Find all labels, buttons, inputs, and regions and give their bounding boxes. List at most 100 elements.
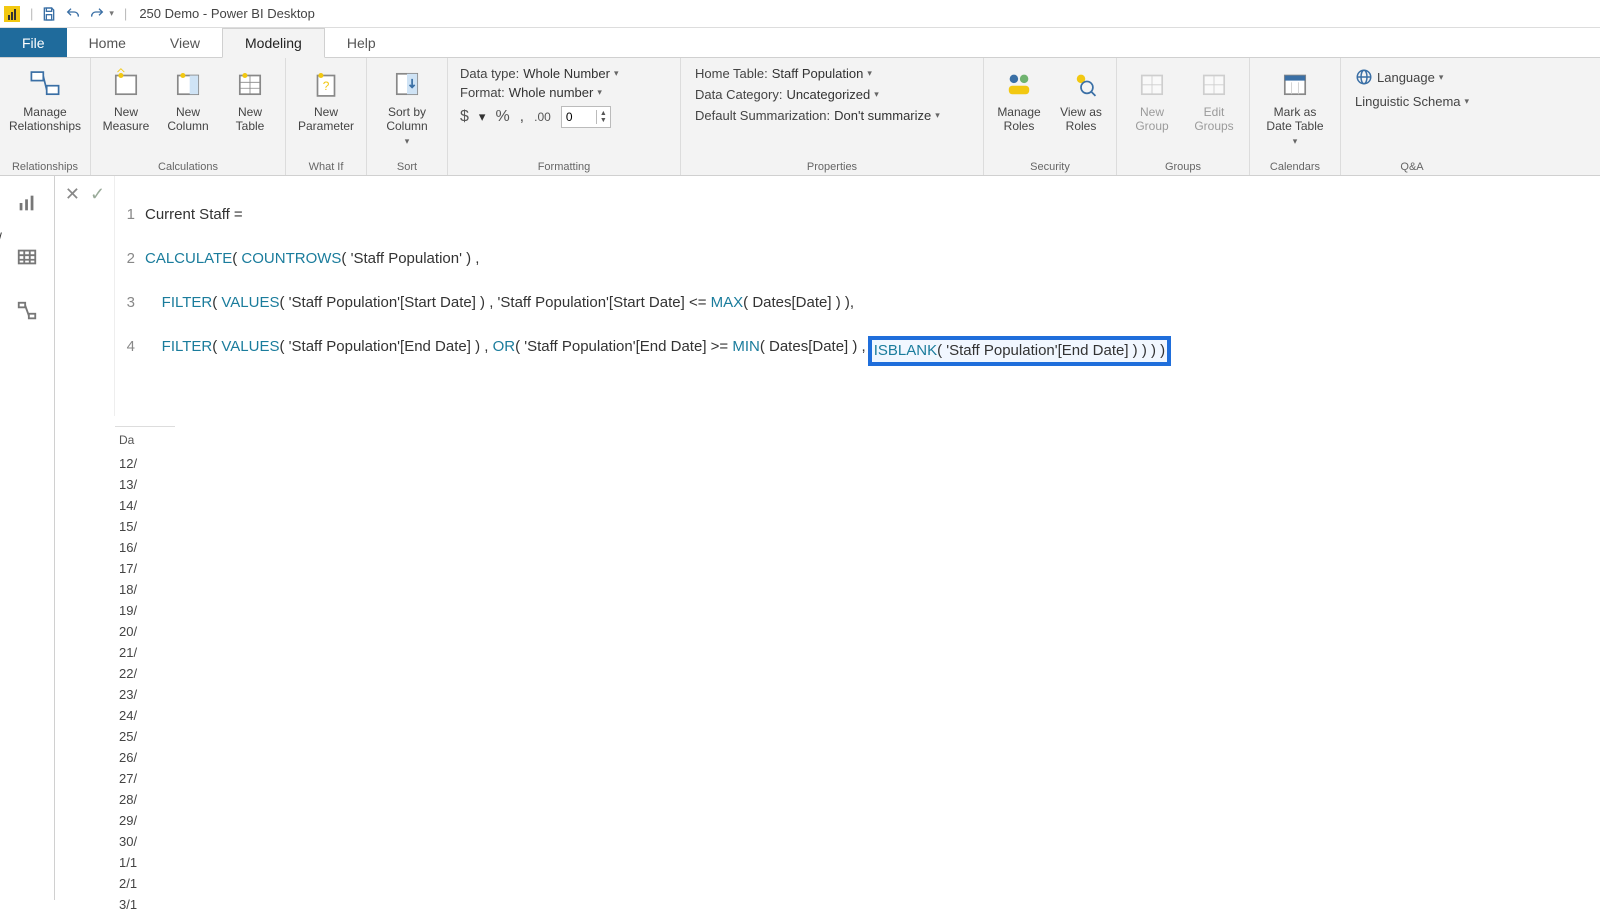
new-group-button[interactable]: New Group xyxy=(1123,62,1181,134)
percent-button[interactable]: % xyxy=(495,108,509,126)
qat-separator: | xyxy=(30,6,33,21)
table-row[interactable]: 23/ xyxy=(115,684,155,705)
group-properties: Home Table: Staff Population ▾ Data Cate… xyxy=(681,58,984,175)
menu-help[interactable]: Help xyxy=(325,28,398,57)
table-row[interactable]: 3/1 xyxy=(115,894,155,915)
table-row[interactable]: 22/ xyxy=(115,663,155,684)
table-row[interactable]: 18/ xyxy=(115,579,155,600)
measure-icon xyxy=(108,66,144,102)
table-row[interactable]: 19/ xyxy=(115,600,155,621)
content-area: ✕ ✓ Date 1/06/ 1Current Staff = 2CALCULA… xyxy=(0,176,1600,900)
home-table-selector[interactable]: Home Table: Staff Population ▾ xyxy=(695,66,969,81)
spin-down-icon[interactable]: ▼ xyxy=(597,117,610,124)
table-row[interactable]: 17/ xyxy=(115,558,155,579)
app-icon xyxy=(4,6,20,22)
group-calendars: Mark as Date Table ▾ Calendars xyxy=(1250,58,1341,175)
language-button[interactable]: Language ▾ xyxy=(1355,68,1469,86)
table-row[interactable]: 12/ xyxy=(115,453,155,474)
date-cell: 1/06/ xyxy=(0,230,2,245)
menu-home[interactable]: Home xyxy=(67,28,148,57)
table-row[interactable]: 1/1 xyxy=(115,852,155,873)
table-row[interactable]: 15/ xyxy=(115,516,155,537)
menu-modeling[interactable]: Modeling xyxy=(222,28,325,58)
view-as-roles-button[interactable]: View as Roles xyxy=(1052,62,1110,134)
chevron-down-icon: ▾ xyxy=(1293,136,1298,146)
new-table-button[interactable]: New Table xyxy=(221,62,279,134)
table-row[interactable]: 25/ xyxy=(115,726,155,747)
parameter-icon: ? xyxy=(308,66,344,102)
edit-groups-button[interactable]: Edit Groups xyxy=(1185,62,1243,134)
redo-icon[interactable] xyxy=(87,4,107,24)
qat-dropdown-icon[interactable]: ▾ xyxy=(109,8,114,19)
thousands-button[interactable]: , xyxy=(520,108,524,126)
data-grid[interactable]: Da 12/13/14/15/16/17/18/19/20/21/22/23/2… xyxy=(115,426,1600,915)
new-parameter-button[interactable]: ? New Parameter xyxy=(292,62,360,134)
formula-bar[interactable]: ✕ ✓ Date 1/06/ 1Current Staff = 2CALCULA… xyxy=(55,176,1600,416)
default-summarization-selector[interactable]: Default Summarization: Don't summarize ▾ xyxy=(695,108,969,123)
table-icon xyxy=(232,66,268,102)
manage-relationships-button[interactable]: Manage Relationships xyxy=(6,62,84,134)
group-whatif: ? New Parameter What If xyxy=(286,58,367,175)
calendar-icon xyxy=(1277,66,1313,102)
chevron-down-icon: ▾ xyxy=(874,89,879,100)
table-row[interactable]: 30/ xyxy=(115,831,155,852)
group-formatting: Data type: Whole Number ▾ Format: Whole … xyxy=(448,58,681,175)
manage-roles-icon xyxy=(1001,66,1037,102)
relationships-icon xyxy=(27,66,63,102)
new-column-button[interactable]: New Column xyxy=(159,62,217,134)
sort-icon xyxy=(389,66,425,102)
table-row[interactable]: 24/ xyxy=(115,705,155,726)
table-row[interactable]: 21/ xyxy=(115,642,155,663)
title-bar: | ▾ | 250 Demo - Power BI Desktop xyxy=(0,0,1600,28)
chevron-down-icon: ▾ xyxy=(867,68,872,79)
decimal-icon: .00 xyxy=(534,110,551,124)
menu-bar: File Home View Modeling Help xyxy=(0,28,1600,58)
ribbon: Manage Relationships Relationships New M… xyxy=(0,58,1600,176)
table-row[interactable]: 28/ xyxy=(115,789,155,810)
group-groups: New Group Edit Groups Groups xyxy=(1117,58,1250,175)
undo-icon[interactable] xyxy=(63,4,83,24)
chevron-down-icon: ▾ xyxy=(405,136,410,146)
column-header: Da xyxy=(115,426,175,453)
chevron-down-icon: ▾ xyxy=(1465,96,1470,107)
menu-view[interactable]: View xyxy=(148,28,222,57)
group-relationships: Manage Relationships Relationships xyxy=(0,58,91,175)
manage-roles-button[interactable]: Manage Roles xyxy=(990,62,1048,134)
linguistic-schema-button[interactable]: Linguistic Schema ▾ xyxy=(1355,94,1469,109)
table-row[interactable]: 20/ xyxy=(115,621,155,642)
spin-up-icon[interactable]: ▲ xyxy=(597,110,610,117)
qat-separator-2: | xyxy=(124,6,127,21)
save-icon[interactable] xyxy=(39,4,59,24)
decimal-places-input[interactable]: ▲▼ xyxy=(561,106,611,128)
data-category-selector[interactable]: Data Category: Uncategorized ▾ xyxy=(695,87,969,102)
new-group-icon xyxy=(1134,66,1170,102)
edit-groups-icon xyxy=(1196,66,1232,102)
menu-file[interactable]: File xyxy=(0,28,67,57)
view-roles-icon xyxy=(1063,66,1099,102)
currency-button[interactable]: $ xyxy=(460,108,469,126)
group-qa: Language ▾ Linguistic Schema ▾ Q&A xyxy=(1341,58,1483,175)
table-row[interactable]: 29/ xyxy=(115,810,155,831)
dax-editor[interactable]: 1Current Staff = 2CALCULATE( COUNTROWS( … xyxy=(115,176,1600,416)
table-row[interactable]: 14/ xyxy=(115,495,155,516)
new-measure-button[interactable]: New Measure xyxy=(97,62,155,134)
window-title: 250 Demo - Power BI Desktop xyxy=(139,6,315,21)
sort-by-column-button[interactable]: Sort by Column ▾ xyxy=(373,62,441,146)
globe-icon xyxy=(1355,68,1373,86)
table-row[interactable]: 2/1 xyxy=(115,873,155,894)
highlight-isblank: ISBLANK( 'Staff Population'[End Date] ) … xyxy=(868,336,1171,366)
chevron-down-icon[interactable]: ▾ xyxy=(479,109,486,125)
column-icon xyxy=(170,66,206,102)
table-row[interactable]: 26/ xyxy=(115,747,155,768)
chevron-down-icon: ▾ xyxy=(597,87,602,98)
datatype-selector[interactable]: Data type: Whole Number ▾ xyxy=(460,66,668,81)
table-row[interactable]: 27/ xyxy=(115,768,155,789)
format-selector[interactable]: Format: Whole number ▾ xyxy=(460,85,668,100)
chevron-down-icon: ▾ xyxy=(935,110,940,121)
chevron-down-icon: ▾ xyxy=(614,68,619,79)
svg-text:?: ? xyxy=(323,79,330,93)
table-row[interactable]: 16/ xyxy=(115,537,155,558)
table-row[interactable]: 13/ xyxy=(115,474,155,495)
mark-date-table-button[interactable]: Mark as Date Table ▾ xyxy=(1256,62,1334,146)
group-security: Manage Roles View as Roles Security xyxy=(984,58,1117,175)
